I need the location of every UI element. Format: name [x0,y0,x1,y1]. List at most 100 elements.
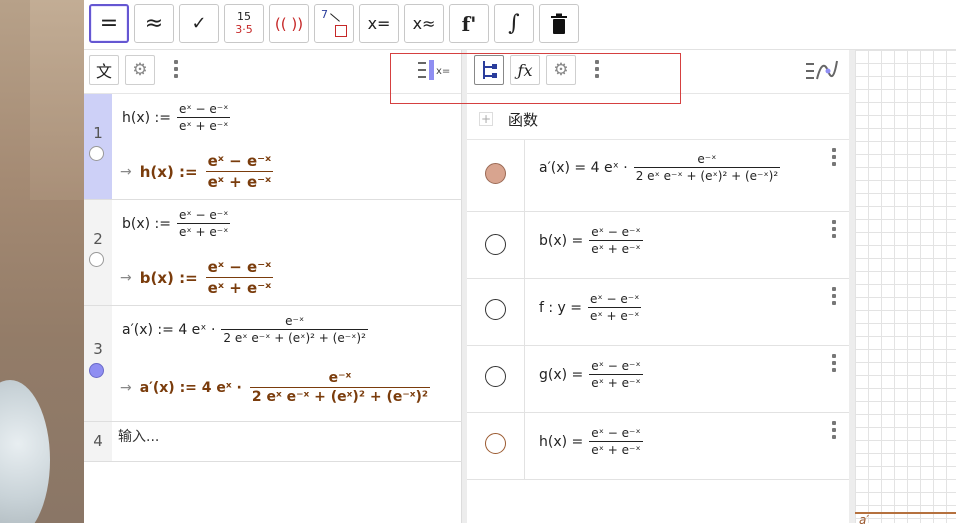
function-button[interactable]: ƒx [510,55,540,85]
function-curve [855,512,956,514]
divider [524,413,525,479]
more-menu-icon[interactable] [173,60,179,78]
factor-button[interactable]: 15 3·5 [224,4,264,43]
algebra-view-icon: x= [418,60,450,80]
fraction: eˣ − e⁻ˣ eˣ + e⁻ˣ [176,102,231,133]
numeric-button[interactable]: ≈ [134,4,174,43]
cas-input[interactable]: b(x) := eˣ − e⁻ˣ eˣ + e⁻ˣ [122,208,231,239]
svg-text:x=: x= [436,66,450,77]
object-expression[interactable]: h(x) = eˣ − e⁻ˣ eˣ + e⁻ˣ [539,426,643,457]
solve-button[interactable]: x= [359,4,399,43]
cas-input-row[interactable]: 4 输入... [84,422,462,462]
algebra-view-panel: ƒx ⚙ + 函数 a′(x) = 4 eˣ · e⁻ˣ 2 eˣ e⁻ˣ + … [467,50,849,523]
fx-icon: ƒx [517,60,533,80]
row-number-cell[interactable]: 3 [84,306,112,421]
cas-panel-toolbar: 文 ⚙ x= [84,50,461,94]
row-menu-icon[interactable] [831,354,837,372]
arrow-icon: → [120,163,132,180]
gear-icon: ⚙ [553,60,569,80]
arrow-icon: → [120,269,132,286]
functions-group-header[interactable]: + 函数 [467,100,849,140]
toggle-algebra-view-icon[interactable]: x= [417,59,453,83]
cas-output: → h(x) := eˣ − e⁻ˣ eˣ + e⁻ˣ [120,152,274,191]
divider [524,279,525,345]
cas-toolbar: = ≈ ✓ 15 3·5 (( )) 7 x= x≈ f' ∫ [84,0,956,50]
cas-row[interactable]: 2 b(x) := eˣ − e⁻ˣ eˣ + e⁻ˣ → b(x) := eˣ… [84,200,462,306]
fraction: e⁻ˣ 2 eˣ e⁻ˣ + (eˣ)² + (e⁻ˣ)² [221,314,368,345]
cas-input[interactable]: h(x) := eˣ − e⁻ˣ eˣ + e⁻ˣ [122,102,231,133]
photo-shape [0,380,50,523]
fraction: eˣ − e⁻ˣ eˣ + e⁻ˣ [205,152,274,191]
row-number-cell[interactable]: 2 [84,200,112,305]
object-row-b[interactable]: b(x) = eˣ − e⁻ˣ eˣ + e⁻ˣ [467,212,849,279]
visibility-toggle[interactable] [89,146,104,161]
keep-input-button[interactable]: ✓ [179,4,219,43]
settings-button[interactable]: ⚙ [125,55,155,85]
cas-row[interactable]: 1 h(x) := eˣ − e⁻ˣ eˣ + e⁻ˣ → h(x) := eˣ… [84,94,462,200]
evaluate-button[interactable]: = [89,4,129,43]
fraction: eˣ − e⁻ˣ eˣ + e⁻ˣ [589,225,643,256]
cas-output: → b(x) := eˣ − e⁻ˣ eˣ + e⁻ˣ [120,258,274,297]
object-row-h[interactable]: h(x) = eˣ − e⁻ˣ eˣ + e⁻ˣ [467,413,849,480]
settings-button[interactable]: ⚙ [546,55,576,85]
algebra-view-toolbar: ƒx ⚙ [467,50,849,94]
object-expression[interactable]: a′(x) = 4 eˣ · e⁻ˣ 2 eˣ e⁻ˣ + (eˣ)² + (e… [539,152,781,183]
visibility-toggle[interactable] [89,363,104,378]
toggle-graphics-view-icon[interactable] [805,59,839,83]
row-menu-icon[interactable] [831,220,837,238]
visibility-toggle[interactable] [89,252,104,267]
visibility-toggle[interactable] [485,433,506,454]
fraction: eˣ − e⁻ˣ eˣ + e⁻ˣ [588,292,642,323]
fraction: e⁻ˣ 2 eˣ e⁻ˣ + (eˣ)² + (e⁻ˣ)² [249,370,431,405]
object-row-f[interactable]: f : y = eˣ − e⁻ˣ eˣ + e⁻ˣ [467,279,849,346]
cas-panel: 文 ⚙ x= 1 h(x) := eˣ − e⁻ˣ eˣ + e⁻ˣ → h(x… [84,50,462,523]
expand-button[interactable]: (( )) [269,4,309,43]
visibility-toggle[interactable] [485,163,506,184]
substitute-icon [335,25,347,37]
row-menu-icon[interactable] [831,287,837,305]
divider [524,140,525,211]
object-expression[interactable]: f : y = eˣ − e⁻ˣ eˣ + e⁻ˣ [539,292,642,323]
sort-tree-button[interactable] [474,55,504,85]
language-button[interactable]: 文 [89,55,119,85]
object-row-g[interactable]: g(x) = eˣ − e⁻ˣ eˣ + e⁻ˣ [467,346,849,413]
derivative-button[interactable]: f' [449,4,489,43]
row-number-cell[interactable]: 1 [84,94,112,199]
object-row-a[interactable]: a′(x) = 4 eˣ · e⁻ˣ 2 eˣ e⁻ˣ + (eˣ)² + (e… [467,140,849,212]
row-number-cell[interactable]: 4 [84,422,112,461]
arrow-icon [330,13,340,22]
row-menu-icon[interactable] [831,421,837,439]
row-menu-icon[interactable] [831,148,837,166]
divider [524,212,525,278]
visibility-toggle[interactable] [485,234,506,255]
cas-row[interactable]: 3 a′(x) := 4 eˣ · e⁻ˣ 2 eˣ e⁻ˣ + (eˣ)² +… [84,306,462,422]
tree-icon [483,61,497,79]
fraction: eˣ − e⁻ˣ eˣ + e⁻ˣ [205,258,274,297]
delete-button[interactable] [539,4,579,43]
arrow-icon: → [120,379,132,396]
more-menu-icon[interactable] [594,60,600,78]
curve-label: a′ [859,513,870,527]
graphics-view-icon [806,60,838,80]
background-photo [0,0,84,523]
divider [524,346,525,412]
cas-input[interactable]: a′(x) := 4 eˣ · e⁻ˣ 2 eˣ e⁻ˣ + (eˣ)² + (… [122,314,368,345]
trash-icon [551,13,567,34]
substitute-button[interactable]: 7 [314,4,354,43]
nsolve-button[interactable]: x≈ [404,4,444,43]
visibility-toggle[interactable] [485,366,506,387]
object-expression[interactable]: g(x) = eˣ − e⁻ˣ eˣ + e⁻ˣ [539,359,643,390]
fraction: eˣ − e⁻ˣ eˣ + e⁻ˣ [177,208,231,239]
object-expression[interactable]: b(x) = eˣ − e⁻ˣ eˣ + e⁻ˣ [539,225,643,256]
graphics-view[interactable]: a′ [849,50,956,527]
fraction: e⁻ˣ 2 eˣ e⁻ˣ + (eˣ)² + (e⁻ˣ)² [633,152,781,183]
visibility-toggle[interactable] [485,299,506,320]
expand-plus-icon[interactable]: + [479,112,493,126]
gear-icon: ⚙ [132,60,148,80]
fraction: eˣ − e⁻ˣ eˣ + e⁻ˣ [589,426,643,457]
fraction: eˣ − e⁻ˣ eˣ + e⁻ˣ [589,359,643,390]
cas-input-field[interactable]: 输入... [118,426,159,446]
integral-button[interactable]: ∫ [494,4,534,43]
cas-output: → a′(x) := 4 eˣ · e⁻ˣ 2 eˣ e⁻ˣ + (eˣ)² +… [120,370,431,405]
photo-shape [30,0,84,200]
